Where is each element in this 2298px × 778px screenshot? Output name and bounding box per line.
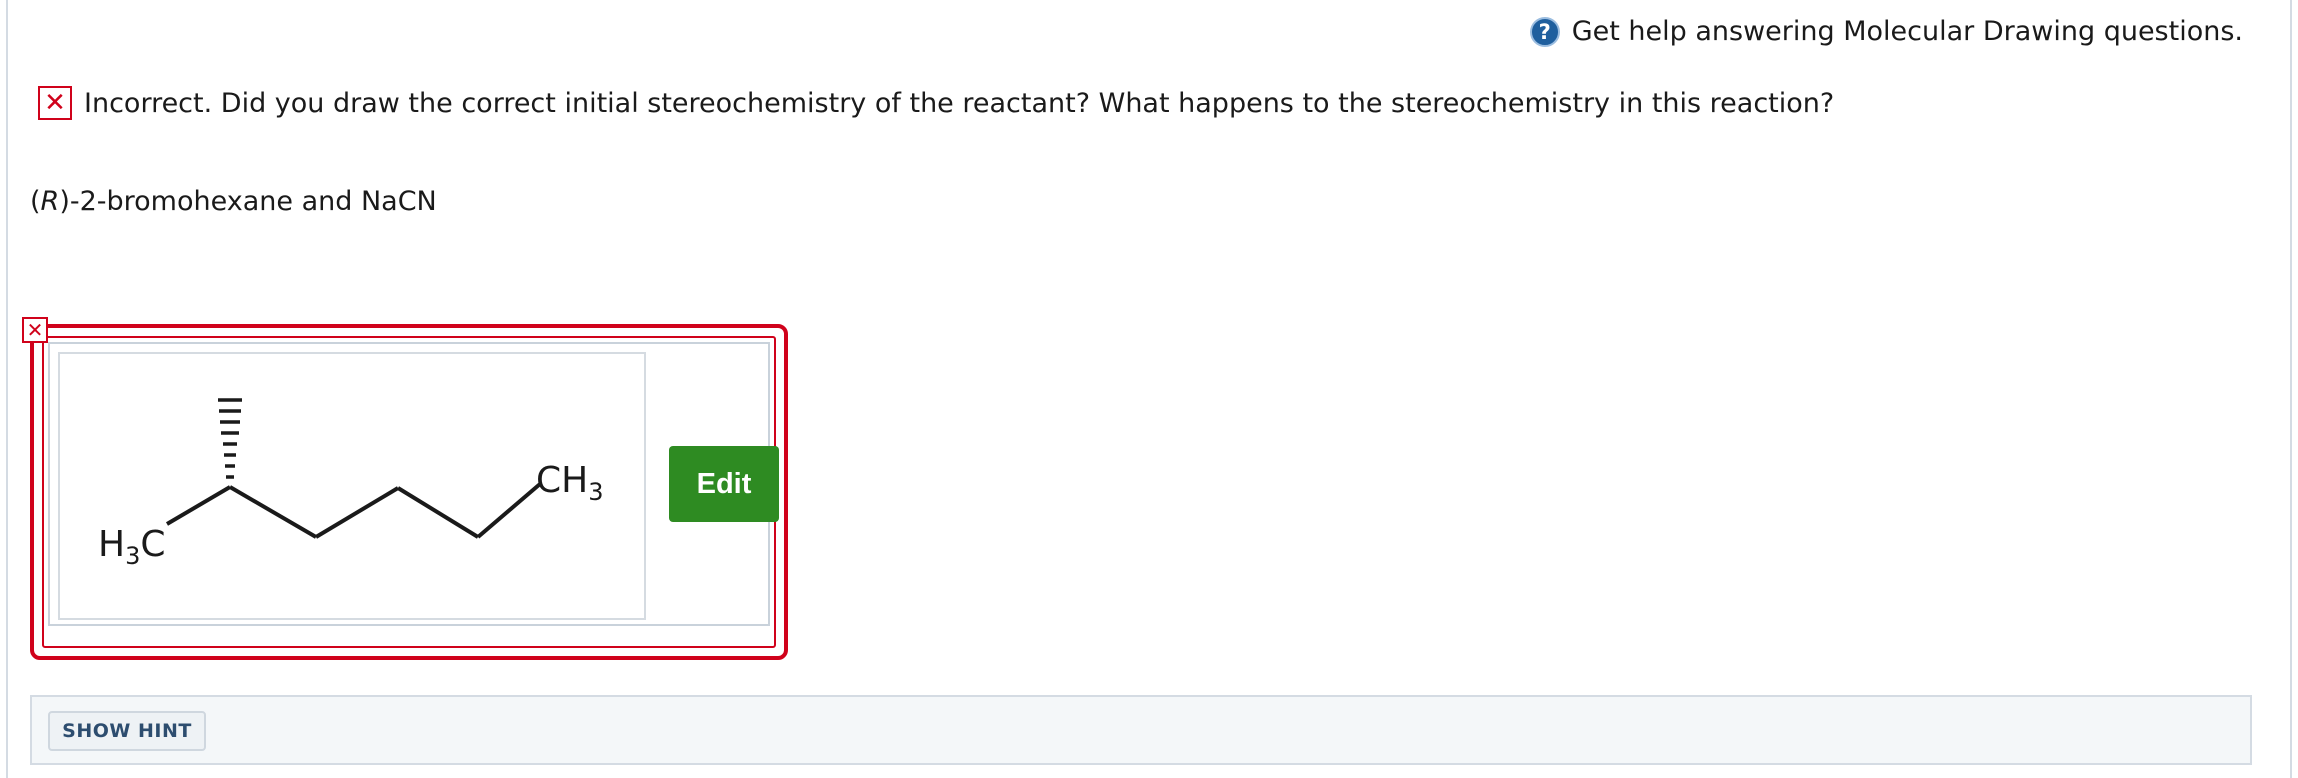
help-link-label: Get help answering Molecular Drawing que… xyxy=(1571,16,2243,47)
answer-container: H3C CH3 Edit xyxy=(30,324,788,660)
molecule-drawing[interactable]: H3C CH3 xyxy=(58,352,646,620)
hashed-wedge-bond xyxy=(218,398,242,479)
help-link[interactable]: ? Get help answering Molecular Drawing q… xyxy=(1529,16,2243,47)
methyl-group-left: H3C xyxy=(98,524,166,570)
answer-incorrect-icon: ✕ xyxy=(22,317,48,343)
bond-c3-c4 xyxy=(314,486,400,539)
methyl-group-right: CH3 xyxy=(536,460,604,506)
answer-inner-border: H3C CH3 Edit xyxy=(42,336,779,648)
bond-c2-c3 xyxy=(228,485,318,539)
edit-button[interactable]: Edit xyxy=(669,446,779,522)
question-stereo-descriptor: R xyxy=(40,186,60,217)
answer-panel: H3C CH3 Edit xyxy=(48,342,779,626)
feedback-message: ✕ Incorrect. Did you draw the correct in… xyxy=(38,86,1834,120)
show-hint-button[interactable]: SHOW HINT xyxy=(48,711,206,751)
hint-bar: SHOW HINT xyxy=(30,695,2252,765)
molecule-structure: H3C CH3 xyxy=(98,398,604,570)
bond-c5-c6 xyxy=(476,482,542,539)
incorrect-x-icon: ✕ xyxy=(38,86,72,120)
question-text: )-2-bromohexane and NaCN xyxy=(59,186,437,217)
feedback-text: Incorrect. Did you draw the correct init… xyxy=(84,87,1835,119)
question-prompt: (R)-2-bromohexane and NaCN xyxy=(30,186,437,217)
bond-c1-c2 xyxy=(165,485,232,526)
question-prefix: ( xyxy=(30,186,41,217)
help-circle-icon: ? xyxy=(1529,16,1560,47)
bond-c4-c5 xyxy=(396,486,480,539)
